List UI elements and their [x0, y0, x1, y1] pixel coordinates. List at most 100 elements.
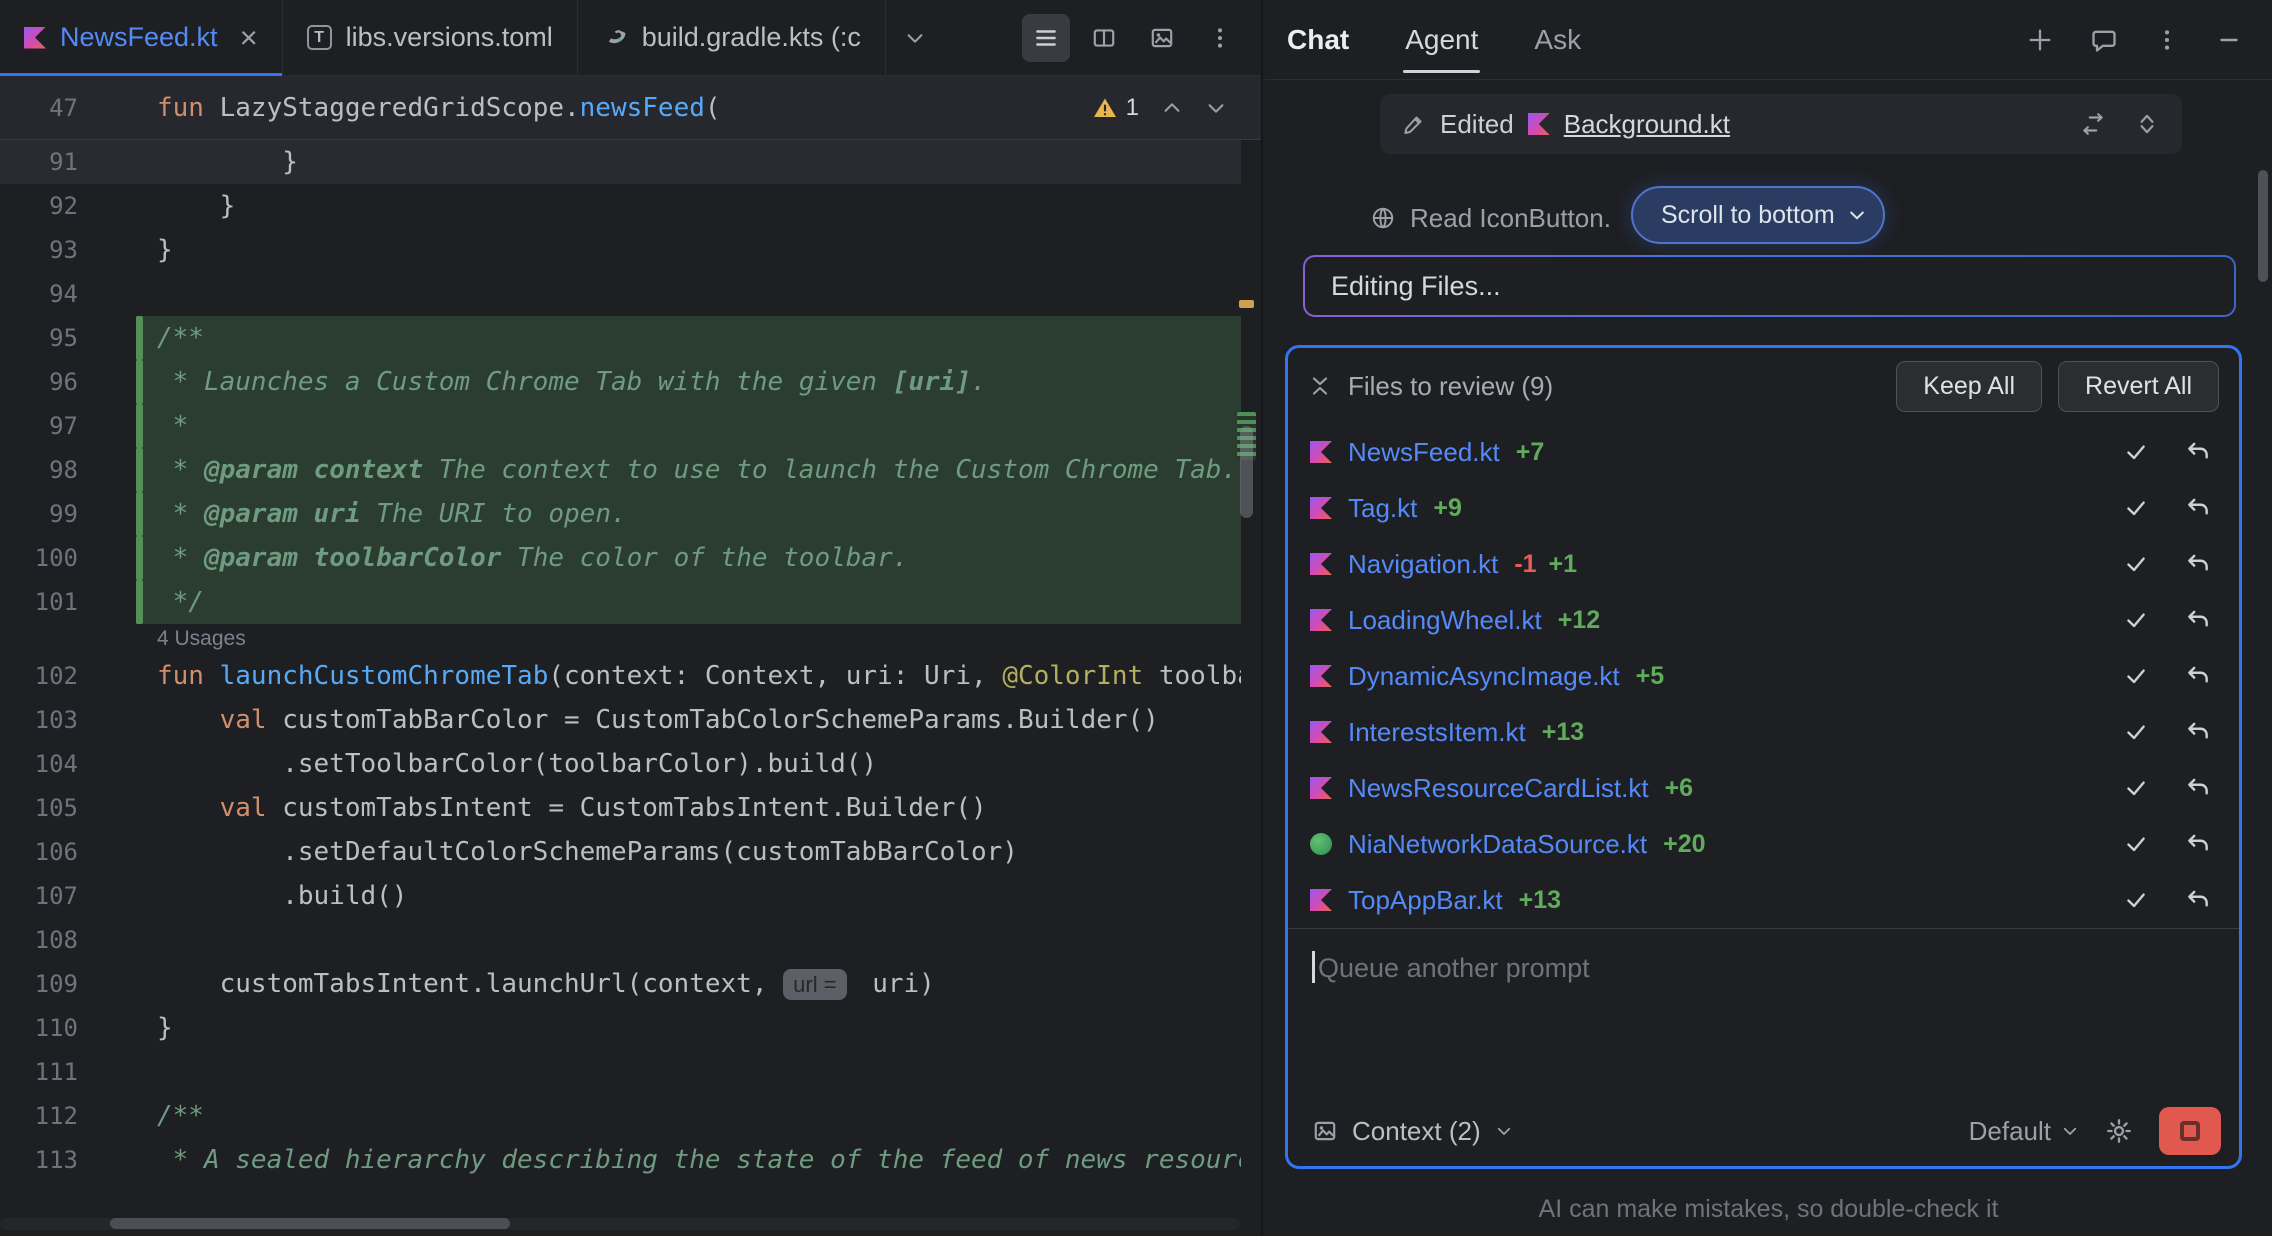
structure-view-icon[interactable]	[1022, 14, 1070, 62]
tab-agent[interactable]: Agent	[1405, 24, 1478, 56]
expand-collapse-icon[interactable]	[2134, 111, 2160, 137]
model-selector[interactable]: Default	[1969, 1116, 2079, 1147]
code-line-111[interactable]: 111	[0, 1050, 1241, 1094]
chat-options-kebab-icon[interactable]	[2154, 27, 2180, 53]
code-line-91[interactable]: 91 }	[0, 140, 1241, 184]
code-line-92[interactable]: 92 }	[0, 184, 1241, 228]
code-line-108[interactable]: 108	[0, 918, 1241, 962]
stripe-warning-mark[interactable]	[1239, 300, 1254, 308]
show-diff-icon[interactable]	[2080, 111, 2106, 137]
prev-warning-chevron-icon[interactable]	[1161, 97, 1183, 119]
tab-libs-versions-toml[interactable]: T libs.versions.toml	[283, 0, 578, 75]
review-file-row[interactable]: LoadingWheel.kt+12	[1288, 592, 2239, 648]
scrollbar-thumb[interactable]	[110, 1218, 510, 1229]
prompt-input[interactable]: Queue another prompt	[1288, 928, 2239, 1096]
accept-file-check-icon[interactable]	[2123, 719, 2149, 745]
usages-inlay-hint[interactable]: 4 Usages	[0, 624, 1241, 654]
file-link[interactable]: LoadingWheel.kt	[1348, 605, 1542, 636]
code-line-98[interactable]: 98 * @param context The context to use t…	[0, 448, 1241, 492]
file-link[interactable]: InterestsItem.kt	[1348, 717, 1526, 748]
context-selector[interactable]: Context (2)	[1312, 1116, 1513, 1147]
new-chat-plus-icon[interactable]	[2026, 26, 2054, 54]
code-line-109[interactable]: 109 customTabsIntent.launchUrl(context, …	[0, 962, 1241, 1006]
revert-file-undo-icon[interactable]	[2185, 439, 2211, 465]
accept-file-check-icon[interactable]	[2123, 439, 2149, 465]
sticky-header-line[interactable]: 47 fun LazyStaggeredGridScope.newsFeed( …	[0, 76, 1261, 140]
file-link[interactable]: TopAppBar.kt	[1348, 885, 1503, 916]
tab-newsfeed-kt[interactable]: NewsFeed.kt ×	[0, 0, 283, 75]
file-link[interactable]: DynamicAsyncImage.kt	[1348, 661, 1620, 692]
review-file-row[interactable]: TopAppBar.kt+13	[1288, 872, 2239, 928]
code-line-95[interactable]: 95/**	[0, 316, 1241, 360]
chat-history-icon[interactable]	[2090, 26, 2118, 54]
keep-all-button[interactable]: Keep All	[1896, 361, 2042, 412]
settings-gear-icon[interactable]	[2105, 1117, 2133, 1145]
edited-file-link[interactable]: Background.kt	[1564, 109, 1730, 140]
code-line-99[interactable]: 99 * @param uri The URI to open.	[0, 492, 1241, 536]
review-file-row[interactable]: NewsResourceCardList.kt+6	[1288, 760, 2239, 816]
tab-chat[interactable]: Chat	[1287, 24, 1349, 56]
accept-file-check-icon[interactable]	[2123, 887, 2149, 913]
code-line-107[interactable]: 107 .build()	[0, 874, 1241, 918]
revert-all-button[interactable]: Revert All	[2058, 361, 2219, 412]
next-warning-chevron-icon[interactable]	[1205, 97, 1227, 119]
review-file-row[interactable]: NewsFeed.kt+7	[1288, 424, 2239, 480]
review-file-row[interactable]: DynamicAsyncImage.kt+5	[1288, 648, 2239, 704]
tab-build-gradle-kts[interactable]: build.gradle.kts (:c	[578, 0, 886, 75]
code-line-110[interactable]: 110}	[0, 1006, 1241, 1050]
review-file-row[interactable]: Navigation.kt-1+1	[1288, 536, 2239, 592]
code-line-100[interactable]: 100 * @param toolbarColor The color of t…	[0, 536, 1241, 580]
file-link[interactable]: NewsResourceCardList.kt	[1348, 773, 1649, 804]
code-line-106[interactable]: 106 .setDefaultColorSchemeParams(customT…	[0, 830, 1241, 874]
file-link[interactable]: Navigation.kt	[1348, 549, 1498, 580]
tab-overflow-chevron-icon[interactable]	[891, 14, 939, 62]
chat-scrollbar[interactable]	[2258, 170, 2268, 282]
code-line-94[interactable]: 94	[0, 272, 1241, 316]
revert-file-undo-icon[interactable]	[2185, 607, 2211, 633]
code-line-105[interactable]: 105 val customTabsIntent = CustomTabsInt…	[0, 786, 1241, 830]
collapse-all-icon[interactable]	[1308, 374, 1332, 398]
code-line-113[interactable]: 113 * A sealed hierarchy describing the …	[0, 1138, 1241, 1182]
review-file-row[interactable]: NiaNetworkDataSource.kt+20	[1288, 816, 2239, 872]
revert-file-undo-icon[interactable]	[2185, 719, 2211, 745]
code-line-102[interactable]: 102fun launchCustomChromeTab(context: Co…	[0, 654, 1241, 698]
file-link[interactable]: NewsFeed.kt	[1348, 437, 1500, 468]
tab-ask[interactable]: Ask	[1534, 24, 1581, 56]
file-link[interactable]: Tag.kt	[1348, 493, 1417, 524]
revert-file-undo-icon[interactable]	[2185, 495, 2211, 521]
code-line-101[interactable]: 101 */	[0, 580, 1241, 624]
review-file-row[interactable]: InterestsItem.kt+13	[1288, 704, 2239, 760]
scroll-to-bottom-button[interactable]: Scroll to bottom	[1631, 186, 1885, 244]
editor-options-kebab-icon[interactable]	[1196, 14, 1244, 62]
accept-file-check-icon[interactable]	[2123, 831, 2149, 857]
close-tab-icon[interactable]: ×	[240, 22, 258, 53]
file-link[interactable]: NiaNetworkDataSource.kt	[1348, 829, 1647, 860]
revert-file-undo-icon[interactable]	[2185, 887, 2211, 913]
revert-file-undo-icon[interactable]	[2185, 663, 2211, 689]
stop-generation-button[interactable]	[2159, 1107, 2221, 1155]
code-line-104[interactable]: 104 .setToolbarColor(toolbarColor).build…	[0, 742, 1241, 786]
minimize-panel-icon[interactable]	[2216, 27, 2242, 53]
screenshot-icon[interactable]	[1138, 14, 1186, 62]
accept-file-check-icon[interactable]	[2123, 495, 2149, 521]
accept-file-check-icon[interactable]	[2123, 663, 2149, 689]
accept-file-check-icon[interactable]	[2123, 607, 2149, 633]
revert-file-undo-icon[interactable]	[2185, 551, 2211, 577]
accept-file-check-icon[interactable]	[2123, 551, 2149, 577]
edited-file-row[interactable]: Edited Background.kt	[1380, 94, 2182, 154]
review-file-row[interactable]: Tag.kt+9	[1288, 480, 2239, 536]
revert-file-undo-icon[interactable]	[2185, 775, 2211, 801]
editor-horizontal-scrollbar[interactable]	[0, 1218, 1240, 1230]
revert-file-undo-icon[interactable]	[2185, 831, 2211, 857]
code-line-103[interactable]: 103 val customTabBarColor = CustomTabCol…	[0, 698, 1241, 742]
warning-badge[interactable]: 1	[1092, 94, 1139, 122]
code-line-112[interactable]: 112/**	[0, 1094, 1241, 1138]
vcs-added-change-bar	[136, 448, 143, 492]
read-file-row[interactable]: Read IconButton.	[1370, 192, 1611, 244]
editor-vertical-scrollbar[interactable]	[1240, 426, 1253, 518]
code-line-93[interactable]: 93}	[0, 228, 1241, 272]
code-line-97[interactable]: 97 *	[0, 404, 1241, 448]
accept-file-check-icon[interactable]	[2123, 775, 2149, 801]
split-editor-icon[interactable]	[1080, 14, 1128, 62]
code-line-96[interactable]: 96 * Launches a Custom Chrome Tab with t…	[0, 360, 1241, 404]
